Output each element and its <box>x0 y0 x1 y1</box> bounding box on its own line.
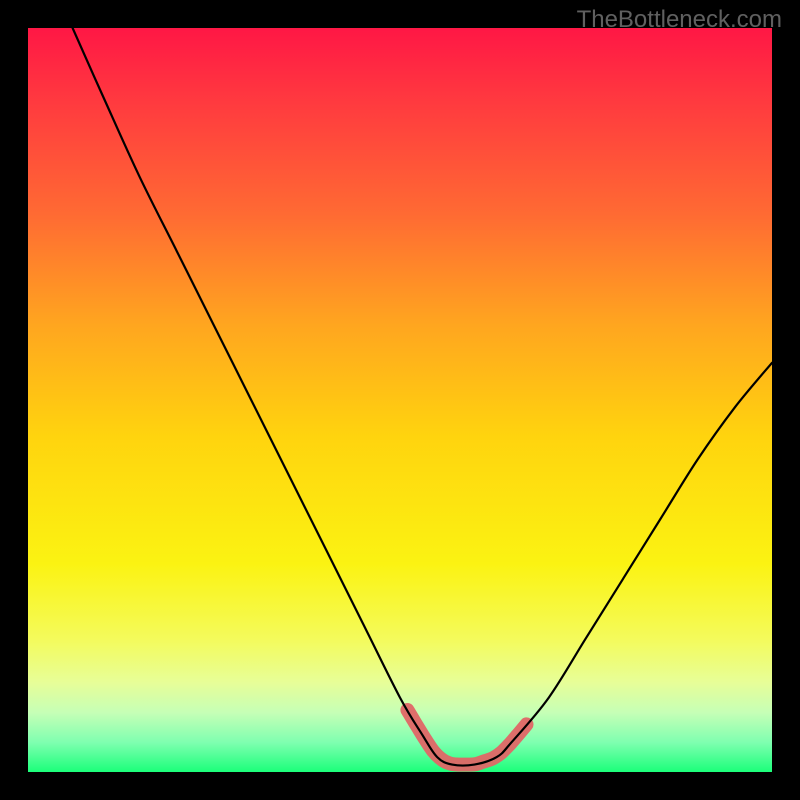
plot-area <box>28 28 772 772</box>
chart-container: TheBottleneck.com <box>0 0 800 800</box>
bottleneck-curve-line <box>73 28 772 766</box>
optimal-band-highlight <box>407 710 526 765</box>
curve-layer <box>28 28 772 772</box>
watermark-text: TheBottleneck.com <box>577 6 782 34</box>
